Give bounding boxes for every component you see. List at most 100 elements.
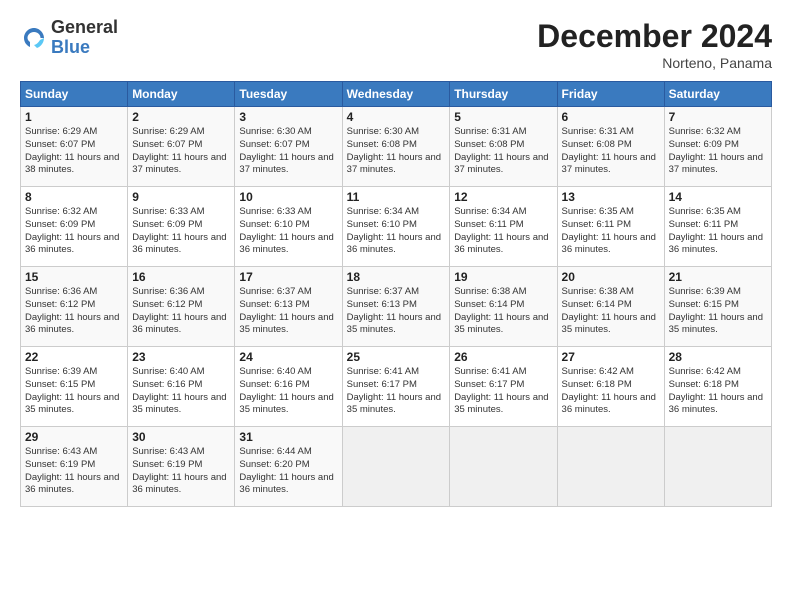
day-info: Sunrise: 6:39 AMSunset: 6:15 PMDaylight:… [25,366,119,415]
calendar-cell: 31 Sunrise: 6:44 AMSunset: 6:20 PMDaylig… [235,427,342,507]
day-info: Sunrise: 6:44 AMSunset: 6:20 PMDaylight:… [239,446,333,495]
day-info: Sunrise: 6:37 AMSunset: 6:13 PMDaylight:… [347,286,441,335]
calendar-cell: 1 Sunrise: 6:29 AMSunset: 6:07 PMDayligh… [21,107,128,187]
day-number: 16 [132,270,230,284]
day-number: 28 [669,350,767,364]
day-info: Sunrise: 6:30 AMSunset: 6:07 PMDaylight:… [239,126,333,175]
calendar-cell: 9 Sunrise: 6:33 AMSunset: 6:09 PMDayligh… [128,187,235,267]
day-info: Sunrise: 6:39 AMSunset: 6:15 PMDaylight:… [669,286,763,335]
day-info: Sunrise: 6:36 AMSunset: 6:12 PMDaylight:… [132,286,226,335]
calendar: SundayMondayTuesdayWednesdayThursdayFrid… [20,81,772,507]
day-info: Sunrise: 6:40 AMSunset: 6:16 PMDaylight:… [239,366,333,415]
calendar-cell [450,427,557,507]
location: Norteno, Panama [537,55,772,71]
calendar-cell: 12 Sunrise: 6:34 AMSunset: 6:11 PMDaylig… [450,187,557,267]
day-info: Sunrise: 6:32 AMSunset: 6:09 PMDaylight:… [669,126,763,175]
day-number: 6 [562,110,660,124]
calendar-cell: 7 Sunrise: 6:32 AMSunset: 6:09 PMDayligh… [664,107,771,187]
day-number: 29 [25,430,123,444]
day-info: Sunrise: 6:36 AMSunset: 6:12 PMDaylight:… [25,286,119,335]
day-info: Sunrise: 6:34 AMSunset: 6:11 PMDaylight:… [454,206,548,255]
calendar-cell: 6 Sunrise: 6:31 AMSunset: 6:08 PMDayligh… [557,107,664,187]
day-header-monday: Monday [128,82,235,107]
calendar-cell: 13 Sunrise: 6:35 AMSunset: 6:11 PMDaylig… [557,187,664,267]
day-info: Sunrise: 6:30 AMSunset: 6:08 PMDaylight:… [347,126,441,175]
calendar-cell: 10 Sunrise: 6:33 AMSunset: 6:10 PMDaylig… [235,187,342,267]
calendar-cell: 30 Sunrise: 6:43 AMSunset: 6:19 PMDaylig… [128,427,235,507]
calendar-cell: 4 Sunrise: 6:30 AMSunset: 6:08 PMDayligh… [342,107,450,187]
day-number: 21 [669,270,767,284]
logo: General Blue [20,18,118,58]
day-number: 22 [25,350,123,364]
calendar-cell: 28 Sunrise: 6:42 AMSunset: 6:18 PMDaylig… [664,347,771,427]
day-info: Sunrise: 6:33 AMSunset: 6:09 PMDaylight:… [132,206,226,255]
day-number: 10 [239,190,337,204]
day-info: Sunrise: 6:41 AMSunset: 6:17 PMDaylight:… [454,366,548,415]
day-header-saturday: Saturday [664,82,771,107]
calendar-cell: 5 Sunrise: 6:31 AMSunset: 6:08 PMDayligh… [450,107,557,187]
calendar-week-row: 15 Sunrise: 6:36 AMSunset: 6:12 PMDaylig… [21,267,772,347]
calendar-cell: 20 Sunrise: 6:38 AMSunset: 6:14 PMDaylig… [557,267,664,347]
calendar-cell: 25 Sunrise: 6:41 AMSunset: 6:17 PMDaylig… [342,347,450,427]
day-info: Sunrise: 6:43 AMSunset: 6:19 PMDaylight:… [25,446,119,495]
header: General Blue December 2024 Norteno, Pana… [20,18,772,71]
calendar-cell: 2 Sunrise: 6:29 AMSunset: 6:07 PMDayligh… [128,107,235,187]
day-info: Sunrise: 6:31 AMSunset: 6:08 PMDaylight:… [454,126,548,175]
day-number: 30 [132,430,230,444]
title-block: December 2024 Norteno, Panama [537,18,772,71]
day-info: Sunrise: 6:38 AMSunset: 6:14 PMDaylight:… [562,286,656,335]
calendar-cell [664,427,771,507]
calendar-cell: 29 Sunrise: 6:43 AMSunset: 6:19 PMDaylig… [21,427,128,507]
calendar-cell: 24 Sunrise: 6:40 AMSunset: 6:16 PMDaylig… [235,347,342,427]
day-number: 1 [25,110,123,124]
day-number: 3 [239,110,337,124]
day-info: Sunrise: 6:31 AMSunset: 6:08 PMDaylight:… [562,126,656,175]
calendar-cell: 8 Sunrise: 6:32 AMSunset: 6:09 PMDayligh… [21,187,128,267]
calendar-cell: 17 Sunrise: 6:37 AMSunset: 6:13 PMDaylig… [235,267,342,347]
day-info: Sunrise: 6:37 AMSunset: 6:13 PMDaylight:… [239,286,333,335]
calendar-week-row: 22 Sunrise: 6:39 AMSunset: 6:15 PMDaylig… [21,347,772,427]
day-info: Sunrise: 6:40 AMSunset: 6:16 PMDaylight:… [132,366,226,415]
day-number: 4 [347,110,446,124]
calendar-cell: 21 Sunrise: 6:39 AMSunset: 6:15 PMDaylig… [664,267,771,347]
calendar-cell: 16 Sunrise: 6:36 AMSunset: 6:12 PMDaylig… [128,267,235,347]
day-number: 15 [25,270,123,284]
day-info: Sunrise: 6:29 AMSunset: 6:07 PMDaylight:… [132,126,226,175]
calendar-cell: 23 Sunrise: 6:40 AMSunset: 6:16 PMDaylig… [128,347,235,427]
day-number: 18 [347,270,446,284]
day-info: Sunrise: 6:32 AMSunset: 6:09 PMDaylight:… [25,206,119,255]
logo-blue-text: Blue [51,38,118,58]
calendar-cell: 15 Sunrise: 6:36 AMSunset: 6:12 PMDaylig… [21,267,128,347]
calendar-cell: 19 Sunrise: 6:38 AMSunset: 6:14 PMDaylig… [450,267,557,347]
day-info: Sunrise: 6:35 AMSunset: 6:11 PMDaylight:… [669,206,763,255]
calendar-week-row: 8 Sunrise: 6:32 AMSunset: 6:09 PMDayligh… [21,187,772,267]
calendar-cell: 22 Sunrise: 6:39 AMSunset: 6:15 PMDaylig… [21,347,128,427]
day-header-thursday: Thursday [450,82,557,107]
day-number: 31 [239,430,337,444]
day-number: 17 [239,270,337,284]
page: General Blue December 2024 Norteno, Pana… [0,0,792,612]
calendar-cell: 3 Sunrise: 6:30 AMSunset: 6:07 PMDayligh… [235,107,342,187]
day-header-wednesday: Wednesday [342,82,450,107]
calendar-week-row: 29 Sunrise: 6:43 AMSunset: 6:19 PMDaylig… [21,427,772,507]
calendar-week-row: 1 Sunrise: 6:29 AMSunset: 6:07 PMDayligh… [21,107,772,187]
logo-text: General Blue [51,18,118,58]
day-number: 8 [25,190,123,204]
day-header-tuesday: Tuesday [235,82,342,107]
day-number: 12 [454,190,552,204]
day-info: Sunrise: 6:34 AMSunset: 6:10 PMDaylight:… [347,206,441,255]
calendar-cell: 26 Sunrise: 6:41 AMSunset: 6:17 PMDaylig… [450,347,557,427]
day-number: 13 [562,190,660,204]
day-number: 24 [239,350,337,364]
day-number: 20 [562,270,660,284]
day-info: Sunrise: 6:42 AMSunset: 6:18 PMDaylight:… [669,366,763,415]
day-header-friday: Friday [557,82,664,107]
day-number: 23 [132,350,230,364]
day-number: 25 [347,350,446,364]
calendar-cell [342,427,450,507]
day-header-sunday: Sunday [21,82,128,107]
day-number: 19 [454,270,552,284]
day-number: 7 [669,110,767,124]
day-number: 9 [132,190,230,204]
day-info: Sunrise: 6:41 AMSunset: 6:17 PMDaylight:… [347,366,441,415]
